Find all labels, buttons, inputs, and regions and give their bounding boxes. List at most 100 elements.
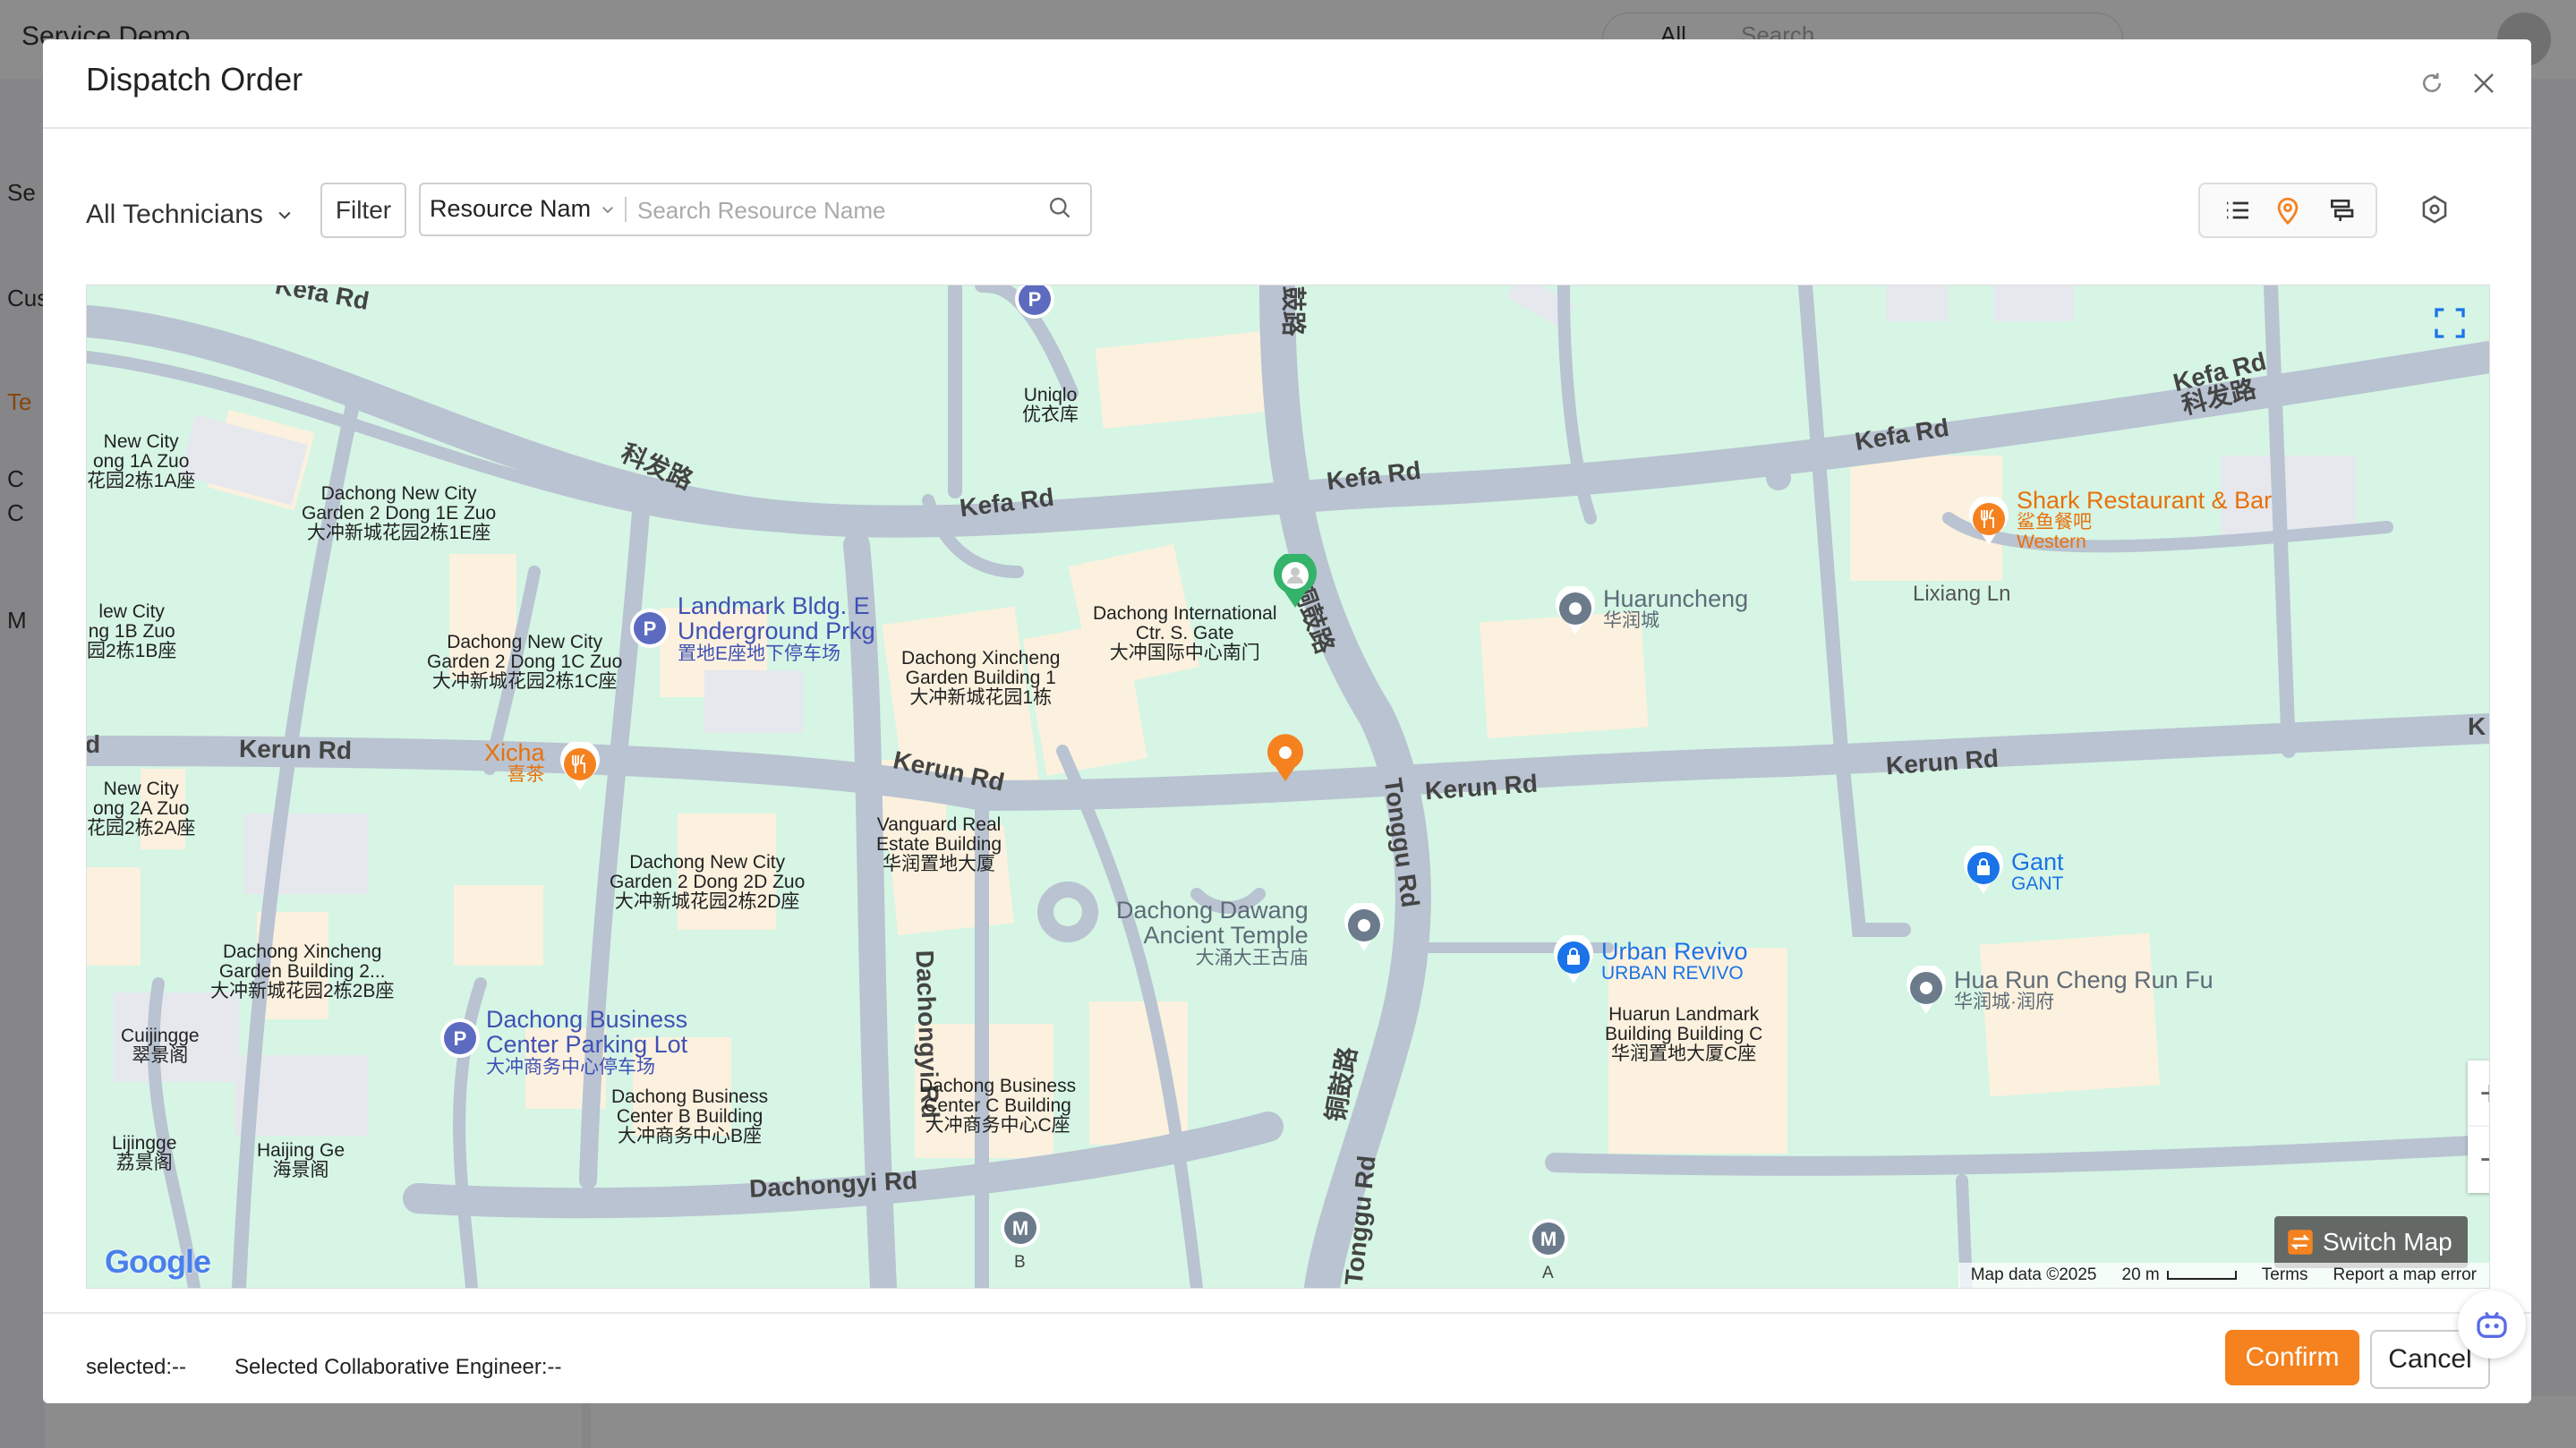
view-mode-toggle	[2198, 183, 2377, 238]
map-view[interactable]: Kefa Rd Kefa Rd Kefa Rd Kefa Rd Kefa Rd …	[86, 285, 2490, 1289]
fullscreen-icon[interactable]	[2432, 305, 2468, 341]
scale-value: 20 m	[2121, 1265, 2160, 1284]
poi-sub: 大冲商务中心停车场	[486, 1056, 655, 1077]
residential-icon[interactable]	[1904, 966, 1949, 1016]
poi-name: Dachong Dawang Ancient Temple	[1116, 897, 1309, 950]
close-button[interactable]	[2463, 63, 2504, 104]
building-label: Dachong New City Garden 2 Dong 1C Zuo 大冲…	[427, 632, 623, 693]
building-label: New City ong 1A Zuo 花园2栋1A座	[87, 431, 196, 492]
poi-name: Xicha	[484, 739, 545, 766]
chevron-down-icon	[602, 206, 613, 213]
robot-icon	[2477, 1311, 2507, 1338]
building-label: Lijingge 荔景阁	[112, 1133, 177, 1174]
parking-letter: P	[454, 1027, 467, 1050]
modal-footer: selected:-- Selected Collaborative Engin…	[43, 1312, 2531, 1405]
poi-sub: GANT	[2011, 873, 2064, 895]
metro-icon[interactable]: M	[998, 1205, 1043, 1250]
building-label: Cuijingge 翠景阁	[121, 1026, 200, 1067]
swap-icon	[2288, 1230, 2313, 1255]
modal-title: Dispatch Order	[86, 61, 303, 98]
poi-shark-restaurant[interactable]: Shark Restaurant & Bar 鲨鱼餐吧 Western	[2017, 488, 2272, 552]
road-label: 鼓路	[1279, 285, 1308, 336]
poi-sub: 华润城	[1603, 610, 1659, 632]
poi-name: Urban Revivo	[1601, 938, 1748, 965]
building-label: Uniqlo 优衣库	[1022, 385, 1079, 426]
map-canvas[interactable]	[87, 285, 2489, 1288]
refresh-button[interactable]	[2411, 63, 2452, 104]
map-view-button[interactable]	[2266, 190, 2309, 231]
poi-temple[interactable]: Dachong Dawang Ancient Temple 大涌大王古庙	[1116, 898, 1309, 968]
search-type-select[interactable]: Resource Nam	[430, 195, 616, 223]
shopping-bag-icon[interactable]	[1961, 846, 2006, 896]
poi-xicha[interactable]: Xicha 喜茶	[484, 740, 545, 785]
technician-location-pin[interactable]	[1272, 554, 1318, 609]
report-error-link[interactable]: Report a map error	[2333, 1265, 2477, 1285]
shopping-mall-icon[interactable]	[1553, 586, 1598, 636]
refresh-icon	[2423, 72, 2441, 92]
parking-icon[interactable]: P	[1012, 285, 1057, 321]
filter-button[interactable]: Filter	[320, 183, 406, 238]
poi-name: Hua Run Cheng Run Fu	[1954, 967, 2213, 993]
temple-icon[interactable]	[1342, 903, 1386, 953]
poi-name: Gant	[2011, 848, 2064, 875]
poi-sub: 鲨鱼餐吧 Western	[2017, 512, 2092, 553]
building-label: New City ong 2A Zuo 花园2栋2A座	[87, 779, 196, 839]
poi-urban-revivo[interactable]: Urban Revivo URBAN REVIVO	[1601, 939, 1748, 984]
building-label: Dachong Xincheng Garden Building 2... 大冲…	[210, 941, 395, 1002]
map-attribution: Map data ©2025 20 m Terms Report a map e…	[1958, 1263, 2489, 1288]
parking-icon[interactable]: P	[438, 1016, 482, 1060]
building-label: Dachong Xincheng Garden Building 1 大冲新城花…	[901, 648, 1061, 709]
road-label: Kerun Rd	[238, 734, 353, 765]
building-label: Haijing Ge 海景阁	[257, 1140, 345, 1181]
search-icon[interactable]	[1047, 195, 1072, 225]
settings-button[interactable]	[2413, 188, 2456, 231]
gantt-icon	[2331, 200, 2354, 221]
poi-landmark-parking[interactable]: Landmark Bldg. E Underground Prkg 置地E座地下停…	[678, 593, 875, 664]
building-label: Dachong New City Garden 2 Dong 1E Zuo 大冲…	[302, 483, 497, 544]
metro-exit-label: B	[1014, 1253, 1026, 1272]
poi-name: Huaruncheng	[1603, 585, 1749, 612]
scale-label: 20 m	[2122, 1265, 2237, 1285]
scale-bar	[2166, 1271, 2237, 1280]
gantt-view-button[interactable]	[2320, 190, 2363, 231]
parking-icon[interactable]: P	[627, 606, 672, 651]
poi-hua-run-cheng-run-fu[interactable]: Hua Run Cheng Run Fu 华润城·润府	[1954, 967, 2213, 1012]
restaurant-icon[interactable]	[558, 742, 602, 792]
technician-select[interactable]: All Technicians	[86, 188, 294, 242]
selected-engineer-label: selected:--	[86, 1355, 187, 1379]
resource-search: Resource Nam	[419, 183, 1092, 236]
poi-name: Shark Restaurant & Bar	[2017, 487, 2273, 514]
assistant-button[interactable]	[2458, 1290, 2526, 1359]
shopping-bag-icon[interactable]	[1551, 935, 1596, 985]
map-data-label: Map data ©2025	[1970, 1265, 2097, 1284]
chevron-down-icon	[278, 211, 291, 219]
metro-letter: M	[1012, 1217, 1028, 1239]
search-input[interactable]	[635, 190, 1033, 231]
switch-map-label: Switch Map	[2323, 1228, 2452, 1256]
order-location-pin[interactable]	[1265, 733, 1306, 783]
confirm-button[interactable]: Confirm	[2225, 1330, 2359, 1385]
search-type-value: Resource Nam	[430, 195, 592, 222]
terms-link[interactable]: Terms	[2262, 1265, 2308, 1285]
building-label: Dachong International Ctr. S. Gate 大冲国际中…	[1093, 603, 1277, 664]
poi-gant[interactable]: Gant GANT	[2011, 849, 2064, 894]
google-logo-text: Google	[105, 1243, 211, 1280]
road-label: d	[86, 730, 101, 758]
switch-map-button[interactable]: Switch Map	[2274, 1216, 2468, 1268]
poi-name: Landmark Bldg. E Underground Prkg	[678, 592, 875, 645]
zoom-in-button[interactable]: +	[2468, 1060, 2489, 1127]
poi-sub: URBAN REVIVO	[1601, 963, 1744, 984]
poi-business-parking[interactable]: Dachong Business Center Parking Lot 大冲商务中…	[486, 1007, 687, 1077]
poi-sub: 大涌大王古庙	[1195, 947, 1309, 968]
zoom-out-button[interactable]: −	[2468, 1127, 2489, 1193]
metro-exit-label: A	[1542, 1264, 1554, 1282]
modal-header: Dispatch Order	[43, 39, 2531, 129]
road-label: K	[2468, 712, 2486, 740]
list-view-button[interactable]	[2216, 190, 2259, 231]
parking-letter: P	[1028, 288, 1042, 311]
poi-huaruncheng[interactable]: Huaruncheng 华润城	[1603, 586, 1748, 631]
metro-icon[interactable]: M	[1526, 1216, 1571, 1261]
poi-sub: 喜茶	[507, 764, 545, 786]
restaurant-icon[interactable]	[1966, 497, 2011, 547]
selected-collab-engineer-label: Selected Collaborative Engineer:--	[235, 1355, 562, 1379]
